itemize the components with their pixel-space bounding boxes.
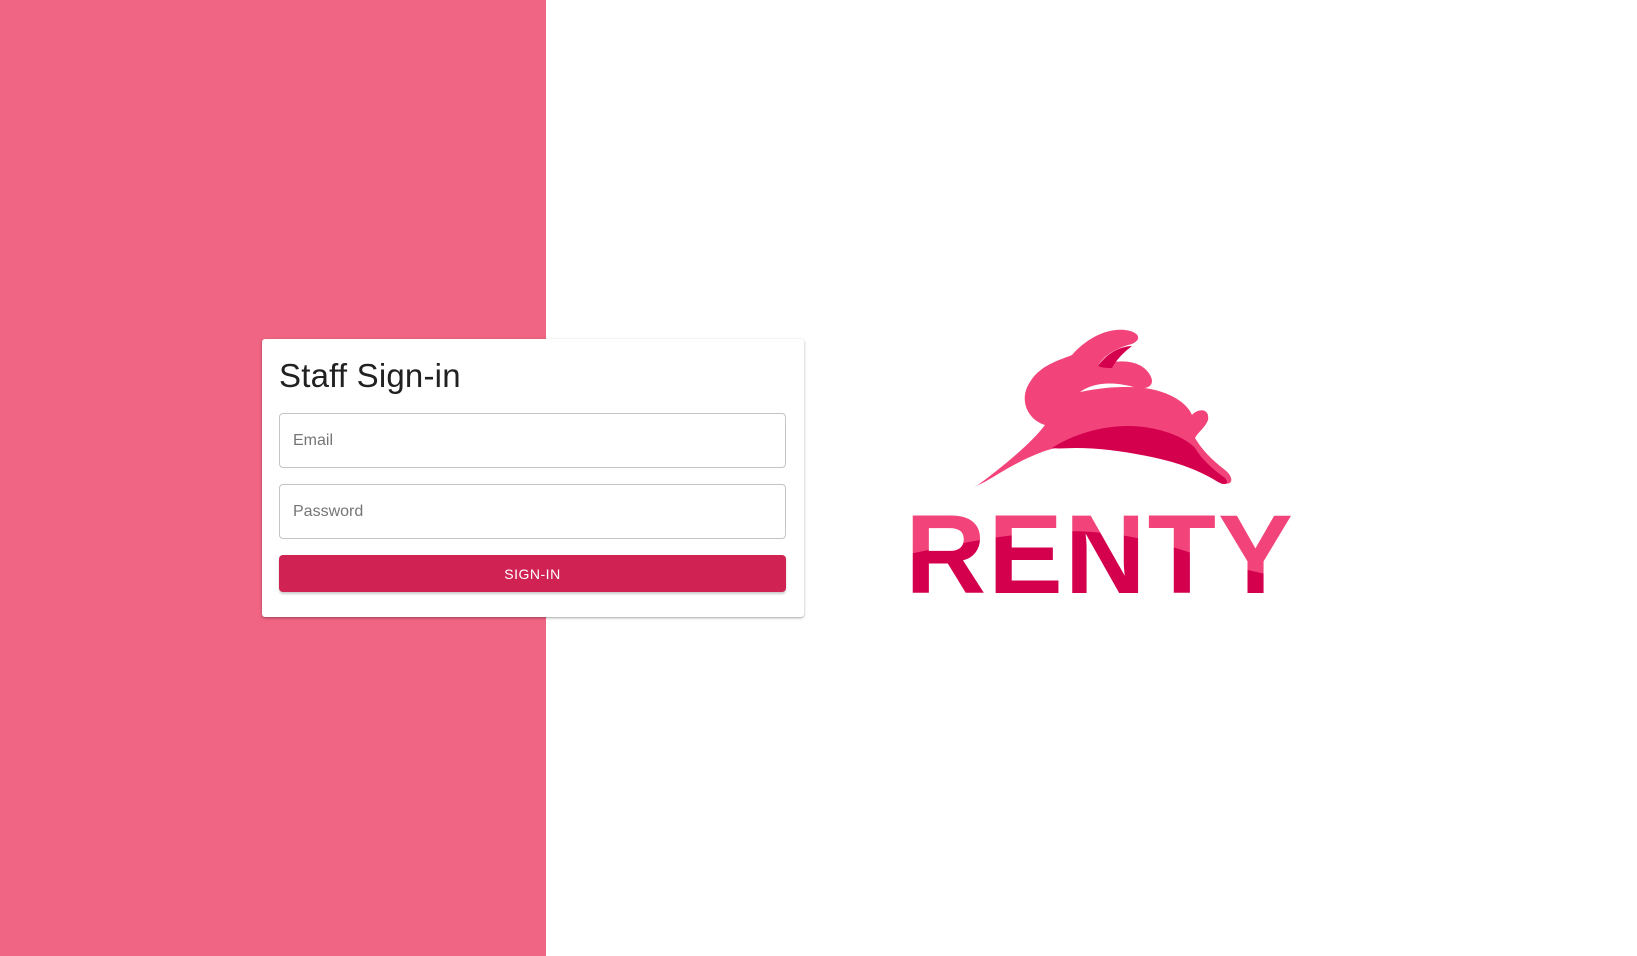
password-input[interactable] <box>279 484 786 539</box>
login-page: Staff Sign-in SIGN-IN RENTY <box>0 0 1637 956</box>
signin-title: Staff Sign-in <box>279 357 461 394</box>
signin-card: Staff Sign-in SIGN-IN <box>262 339 804 617</box>
email-input[interactable] <box>279 413 786 468</box>
signin-button[interactable]: SIGN-IN <box>279 555 786 592</box>
wordmark <box>905 492 1295 610</box>
rabbit-logo-icon: RENTY <box>905 329 1295 610</box>
renty-logo: RENTY <box>880 320 1320 610</box>
